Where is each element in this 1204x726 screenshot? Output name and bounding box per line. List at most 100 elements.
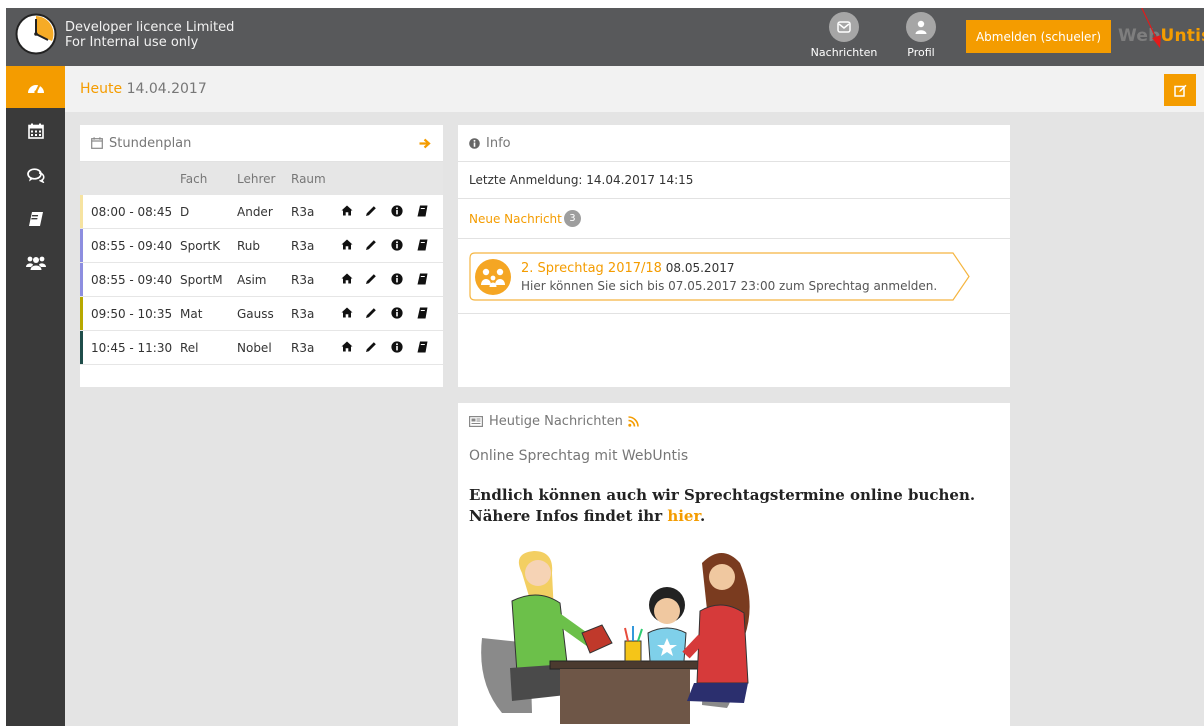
info-title: Info <box>486 135 511 151</box>
lesson-teacher: Asim <box>237 273 267 287</box>
lesson-subject: SportM <box>180 273 223 287</box>
edit-icon <box>1173 84 1186 97</box>
parents-icon <box>475 259 511 295</box>
last-login-text: Letzte Anmeldung: 14.04.2017 14:15 <box>458 162 1010 199</box>
news-panel-header: Heutige Nachrichten <box>469 414 639 429</box>
event-callout-frame <box>469 252 970 301</box>
book-icon[interactable] <box>417 341 429 353</box>
lesson-color-bar <box>80 297 83 330</box>
table-row[interactable]: 09:50 - 10:35 Mat Gauss R3a <box>80 297 443 331</box>
lesson-color-bar <box>80 263 83 296</box>
column-header-subject: Fach <box>180 172 208 186</box>
info-icon <box>469 137 480 149</box>
newspaper-icon <box>469 416 483 427</box>
info-icon[interactable] <box>391 341 403 353</box>
home-icon[interactable] <box>341 239 353 251</box>
profile-label: Profil <box>907 46 935 59</box>
new-message-badge: 3 <box>563 210 581 227</box>
home-icon[interactable] <box>341 205 353 217</box>
edit-layout-button[interactable] <box>1164 74 1196 106</box>
table-row[interactable]: 08:00 - 08:45 D Ander R3a <box>80 195 443 229</box>
sidebar-item-classbook[interactable] <box>6 198 65 240</box>
lesson-subject: Rel <box>180 341 199 355</box>
pencil-icon[interactable] <box>365 205 377 217</box>
news-body-text: Endlich können auch wir Sprechtagstermin… <box>469 486 976 525</box>
timetable-title: Stundenplan <box>109 135 192 151</box>
profile-button[interactable]: Profil <box>886 12 956 59</box>
lesson-time: 08:00 - 08:45 <box>91 205 173 219</box>
lesson-color-bar <box>80 331 83 364</box>
lesson-teacher: Nobel <box>237 341 272 355</box>
column-header-room: Raum <box>291 172 326 186</box>
book-icon[interactable] <box>417 307 429 319</box>
user-icon <box>906 12 936 42</box>
group-icon <box>25 256 46 270</box>
lesson-time: 08:55 - 09:40 <box>91 239 173 253</box>
pencil-icon[interactable] <box>365 307 377 319</box>
event-date: 08.05.2017 <box>665 261 735 275</box>
home-icon[interactable] <box>341 307 353 319</box>
book-icon <box>28 212 43 226</box>
info-icon[interactable] <box>391 273 403 285</box>
dashboard-icon <box>27 84 44 94</box>
sidebar <box>6 66 65 726</box>
licence-line-1: Developer licence Limited <box>65 20 235 35</box>
messages-label: Nachrichten <box>810 46 878 59</box>
messages-button[interactable]: Nachrichten <box>809 12 879 59</box>
lesson-subject: Mat <box>180 307 203 321</box>
event-title-line: 2. Sprechtag 2017/18 08.05.2017 <box>521 261 734 276</box>
pencil-icon[interactable] <box>365 239 377 251</box>
news-title: Heutige Nachrichten <box>489 414 623 429</box>
home-icon[interactable] <box>341 341 353 353</box>
timetable-panel-header: Stundenplan <box>80 125 443 162</box>
pencil-icon[interactable] <box>365 273 377 285</box>
table-row[interactable]: 08:55 - 09:40 SportK Rub R3a <box>80 229 443 263</box>
lesson-color-bar <box>80 195 83 228</box>
new-message-row: Neue Nachricht 3 <box>458 199 1010 239</box>
lesson-color-bar <box>80 229 83 262</box>
clock-logo-icon <box>15 13 57 55</box>
book-icon[interactable] <box>417 205 429 217</box>
arrow-right-icon[interactable] <box>419 138 431 149</box>
comments-icon <box>26 167 44 183</box>
calendar-icon <box>91 137 103 149</box>
column-header-teacher: Lehrer <box>237 172 276 186</box>
home-icon[interactable] <box>341 273 353 285</box>
top-bar: Developer licence Limited For Internal u… <box>6 8 1204 66</box>
sidebar-item-dashboard[interactable] <box>6 66 65 108</box>
rss-icon[interactable] <box>628 416 639 427</box>
timetable-column-headers: Fach Lehrer Raum <box>80 162 443 195</box>
sidebar-item-messages[interactable] <box>6 154 65 196</box>
event-title[interactable]: 2. Sprechtag 2017/18 <box>521 261 662 276</box>
lesson-time: 09:50 - 10:35 <box>91 307 173 321</box>
page-title-date: 14.04.2017 <box>126 81 207 97</box>
news-body-link[interactable]: hier <box>667 507 700 525</box>
parent-teacher-illustration <box>481 551 750 724</box>
book-icon[interactable] <box>417 239 429 251</box>
news-panel: Heutige Nachrichten Online Sprechtag mit… <box>458 403 1010 726</box>
pencil-icon[interactable] <box>365 341 377 353</box>
red-arrow-annotation <box>1141 8 1161 48</box>
new-message-link[interactable]: Neue Nachricht <box>469 212 562 226</box>
licence-line-2: For Internal use only <box>65 35 199 50</box>
lesson-time: 08:55 - 09:40 <box>91 273 173 287</box>
lesson-time: 10:45 - 11:30 <box>91 341 173 355</box>
info-icon[interactable] <box>391 307 403 319</box>
lesson-room: R3a <box>291 341 315 355</box>
news-subject: Online Sprechtag mit WebUntis <box>469 448 689 464</box>
event-description: Hier können Sie sich bis 07.05.2017 23:0… <box>521 279 938 293</box>
logout-button[interactable]: Abmelden (schueler) <box>966 20 1111 53</box>
lesson-teacher: Gauss <box>237 307 274 321</box>
lesson-subject: D <box>180 205 190 219</box>
book-icon[interactable] <box>417 273 429 285</box>
info-icon[interactable] <box>391 239 403 251</box>
table-row[interactable]: 10:45 - 11:30 Rel Nobel R3a <box>80 331 443 365</box>
licence-text: Developer licence Limited For Internal u… <box>65 20 234 50</box>
table-row[interactable]: 08:55 - 09:40 SportM Asim R3a <box>80 263 443 297</box>
lesson-room: R3a <box>291 239 315 253</box>
page-title-label: Heute <box>80 81 123 97</box>
calendar-icon <box>27 123 44 139</box>
sidebar-item-groups[interactable] <box>6 242 65 284</box>
info-icon[interactable] <box>391 205 403 217</box>
sidebar-item-timetable[interactable] <box>6 110 65 152</box>
